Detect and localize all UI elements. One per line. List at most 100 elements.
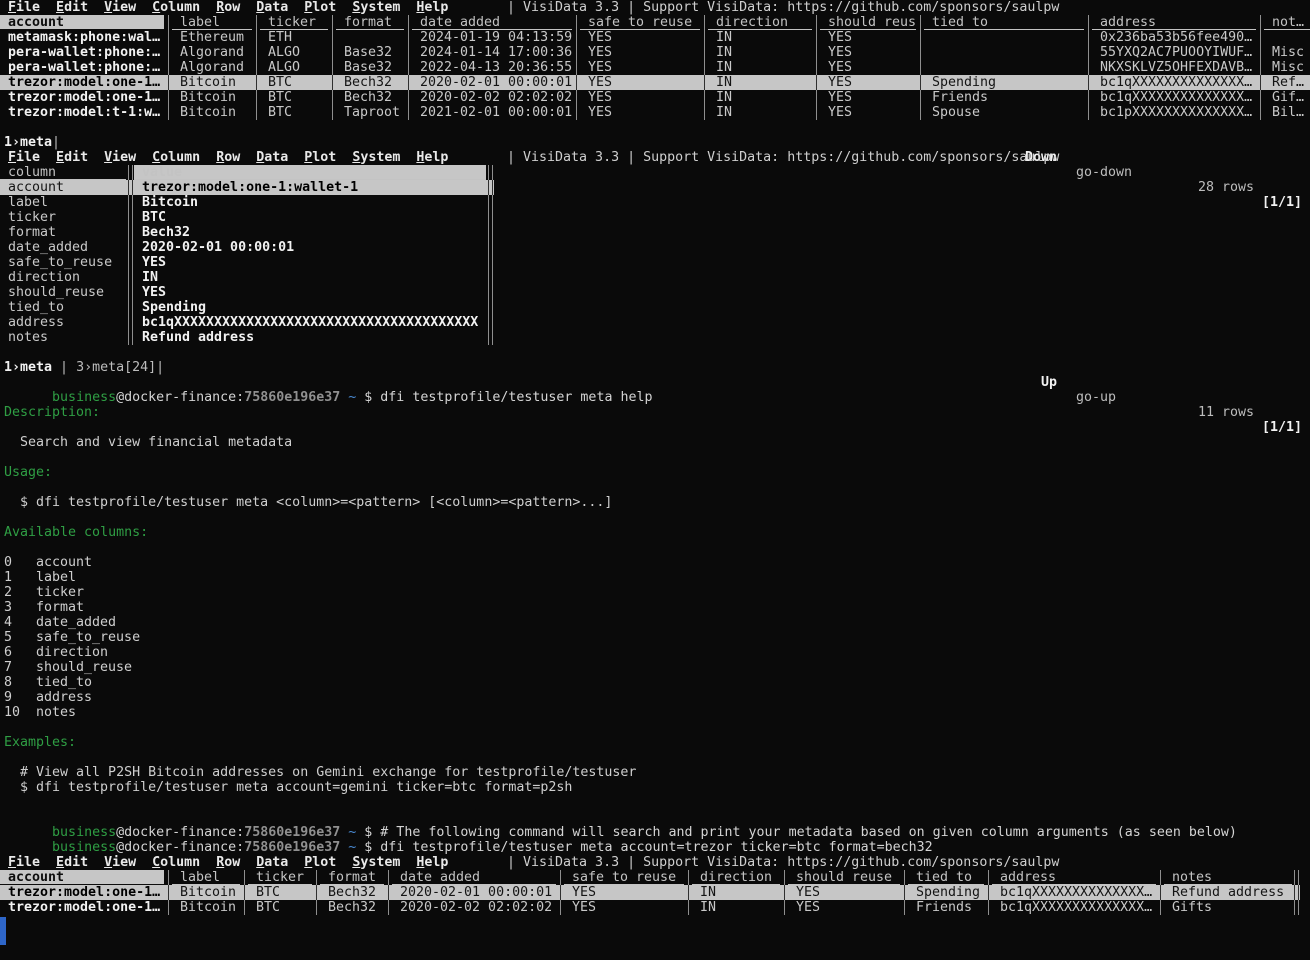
cell-ticker[interactable]: ALGO xyxy=(260,60,328,75)
meta-value[interactable]: bc1qXXXXXXXXXXXXXXXXXXXXXXXXXXXXXXXXXXXX… xyxy=(134,315,486,330)
cell-should-reuse[interactable]: YES xyxy=(820,30,916,45)
menu-item-row[interactable]: Row xyxy=(216,150,240,165)
column-header-tied-to[interactable]: tied to xyxy=(908,870,984,885)
menu-item-file[interactable]: File xyxy=(8,0,40,15)
cell-tied-to[interactable]: Friends xyxy=(908,900,984,915)
meta-value[interactable]: BTC xyxy=(134,210,486,225)
meta-row[interactable]: format Bech32 xyxy=(0,225,494,240)
cell-notes[interactable]: Misc xyxy=(1264,60,1310,75)
column-header-address[interactable]: address xyxy=(992,870,1156,885)
cell-address[interactable]: bc1qXXXXXXXXXXXXXX… xyxy=(992,900,1156,915)
meta-key[interactable]: direction xyxy=(0,270,126,285)
meta-key[interactable]: address xyxy=(0,315,126,330)
menu-item-plot[interactable]: Plot xyxy=(304,855,336,870)
cell-should-reuse[interactable]: YES xyxy=(788,885,900,900)
cell-safe-to-reuse[interactable]: YES xyxy=(564,885,684,900)
cell-format[interactable]: Bech32 xyxy=(320,900,384,915)
cell-date-added[interactable]: 2024-01-14 17:00:36 xyxy=(412,45,572,60)
meta-value[interactable]: Bech32 xyxy=(134,225,486,240)
meta-row[interactable]: ticker BTC xyxy=(0,210,494,225)
cell-direction[interactable]: IN xyxy=(708,60,812,75)
column-header-notes[interactable]: not… xyxy=(1264,15,1310,30)
column-header-direction[interactable]: direction xyxy=(708,15,812,30)
meta-value[interactable]: Refund address xyxy=(134,330,486,345)
cell-notes[interactable]: Ref… xyxy=(1264,75,1310,90)
menu-item-view[interactable]: View xyxy=(104,855,136,870)
cell-ticker[interactable]: BTC xyxy=(260,75,328,90)
cell-safe-to-reuse[interactable]: YES xyxy=(564,900,684,915)
meta-key[interactable]: safe_to_reuse xyxy=(0,255,126,270)
column-header-value[interactable]: value xyxy=(134,165,486,180)
meta-row[interactable]: date_added 2020-02-01 00:00:01 xyxy=(0,240,494,255)
cell-ticker[interactable]: BTC xyxy=(260,105,328,120)
menu-item-system[interactable]: System xyxy=(352,150,400,165)
menu-item-row[interactable]: Row xyxy=(216,855,240,870)
cell-ticker[interactable]: BTC xyxy=(248,900,312,915)
table-row[interactable]: trezor:model:t-1:w… Bitcoin BTC Taproot … xyxy=(0,105,1310,120)
cell-ticker[interactable]: BTC xyxy=(260,90,328,105)
cell-label[interactable]: Bitcoin xyxy=(172,90,252,105)
cell-safe-to-reuse[interactable]: YES xyxy=(580,45,700,60)
cell-ticker[interactable]: BTC xyxy=(248,885,312,900)
cell-tied-to[interactable]: Spending xyxy=(908,885,984,900)
cell-label[interactable]: Bitcoin xyxy=(172,105,252,120)
cell-should-reuse[interactable]: YES xyxy=(820,60,916,75)
cell-account[interactable]: trezor:model:one-1… xyxy=(0,75,164,90)
cell-date-added[interactable]: 2024-01-19 04:13:59 xyxy=(412,30,572,45)
cell-direction[interactable]: IN xyxy=(708,105,812,120)
cell-date-added[interactable]: 2020-02-02 02:02:02 xyxy=(392,900,556,915)
meta-key[interactable]: account xyxy=(0,180,126,195)
meta-row[interactable]: tied_to Spending xyxy=(0,300,494,315)
column-header-ticker[interactable]: ticker xyxy=(248,870,312,885)
cell-notes[interactable]: Misc xyxy=(1264,45,1310,60)
cell-format[interactable]: Bech32 xyxy=(336,75,404,90)
cell-direction[interactable]: IN xyxy=(708,45,812,60)
menu-item-help[interactable]: Help xyxy=(416,150,448,165)
menu-item-column[interactable]: Column xyxy=(152,855,200,870)
menu-item-column[interactable]: Column xyxy=(152,150,200,165)
column-header-ticker[interactable]: ticker xyxy=(260,15,328,30)
column-header-format[interactable]: format xyxy=(336,15,404,30)
cell-notes[interactable]: Gifts xyxy=(1164,900,1292,915)
meta-row-cursor[interactable]: account trezor:model:one-1:wallet-1 xyxy=(0,180,494,195)
cell-tied-to[interactable] xyxy=(924,45,1084,60)
cell-account[interactable]: trezor:model:one-1… xyxy=(0,90,164,105)
cell-label[interactable]: Algorand xyxy=(172,60,252,75)
cell-tied-to[interactable]: Friends xyxy=(924,90,1084,105)
cell-safe-to-reuse[interactable]: YES xyxy=(580,90,700,105)
cell-notes[interactable]: Bil… xyxy=(1264,105,1310,120)
cell-ticker[interactable]: ETH xyxy=(260,30,328,45)
cell-tied-to[interactable] xyxy=(924,30,1084,45)
column-header-date-added[interactable]: date added xyxy=(392,870,556,885)
meta-key[interactable]: tied_to xyxy=(0,300,126,315)
menu-item-edit[interactable]: Edit xyxy=(56,855,88,870)
cell-address[interactable]: 0x236ba53b56fee490… xyxy=(1092,30,1256,45)
cell-label[interactable]: Bitcoin xyxy=(172,75,252,90)
cell-label[interactable]: Bitcoin xyxy=(172,900,240,915)
cell-tied-to[interactable] xyxy=(924,60,1084,75)
cell-direction[interactable]: IN xyxy=(708,90,812,105)
cell-account[interactable]: metamask:phone:wal… xyxy=(0,30,164,45)
cell-should-reuse[interactable]: YES xyxy=(820,90,916,105)
cell-date-added[interactable]: 2020-02-01 00:00:01 xyxy=(412,75,572,90)
cell-safe-to-reuse[interactable]: YES xyxy=(580,30,700,45)
menu-item-data[interactable]: Data xyxy=(256,150,288,165)
cell-should-reuse[interactable]: YES xyxy=(820,75,916,90)
table-row[interactable]: pera-wallet:phone:… Algorand ALGO Base32… xyxy=(0,60,1310,75)
meta-row[interactable]: direction IN xyxy=(0,270,494,285)
meta-value[interactable]: IN xyxy=(134,270,486,285)
table-row[interactable]: trezor:model:one-1… Bitcoin BTC Bech32 2… xyxy=(0,90,1310,105)
cell-address[interactable]: bc1qXXXXXXXXXXXXXX… xyxy=(992,885,1156,900)
column-header-safe-to-reuse[interactable]: safe to reuse xyxy=(580,15,700,30)
cell-address[interactable]: bc1qXXXXXXXXXXXXXX… xyxy=(1092,90,1256,105)
cell-account[interactable]: pera-wallet:phone:… xyxy=(0,60,164,75)
meta-row[interactable]: should_reuse YES xyxy=(0,285,494,300)
cell-direction[interactable]: IN xyxy=(708,75,812,90)
cell-ticker[interactable]: ALGO xyxy=(260,45,328,60)
cell-format[interactable]: Bech32 xyxy=(336,90,404,105)
table-row-cursor[interactable]: trezor:model:one-1… Bitcoin BTC Bech32 2… xyxy=(0,885,1300,900)
menu-item-view[interactable]: View xyxy=(104,150,136,165)
meta-key[interactable]: should_reuse xyxy=(0,285,126,300)
menu-item-row[interactable]: Row xyxy=(216,0,240,15)
menu-item-plot[interactable]: Plot xyxy=(304,0,336,15)
